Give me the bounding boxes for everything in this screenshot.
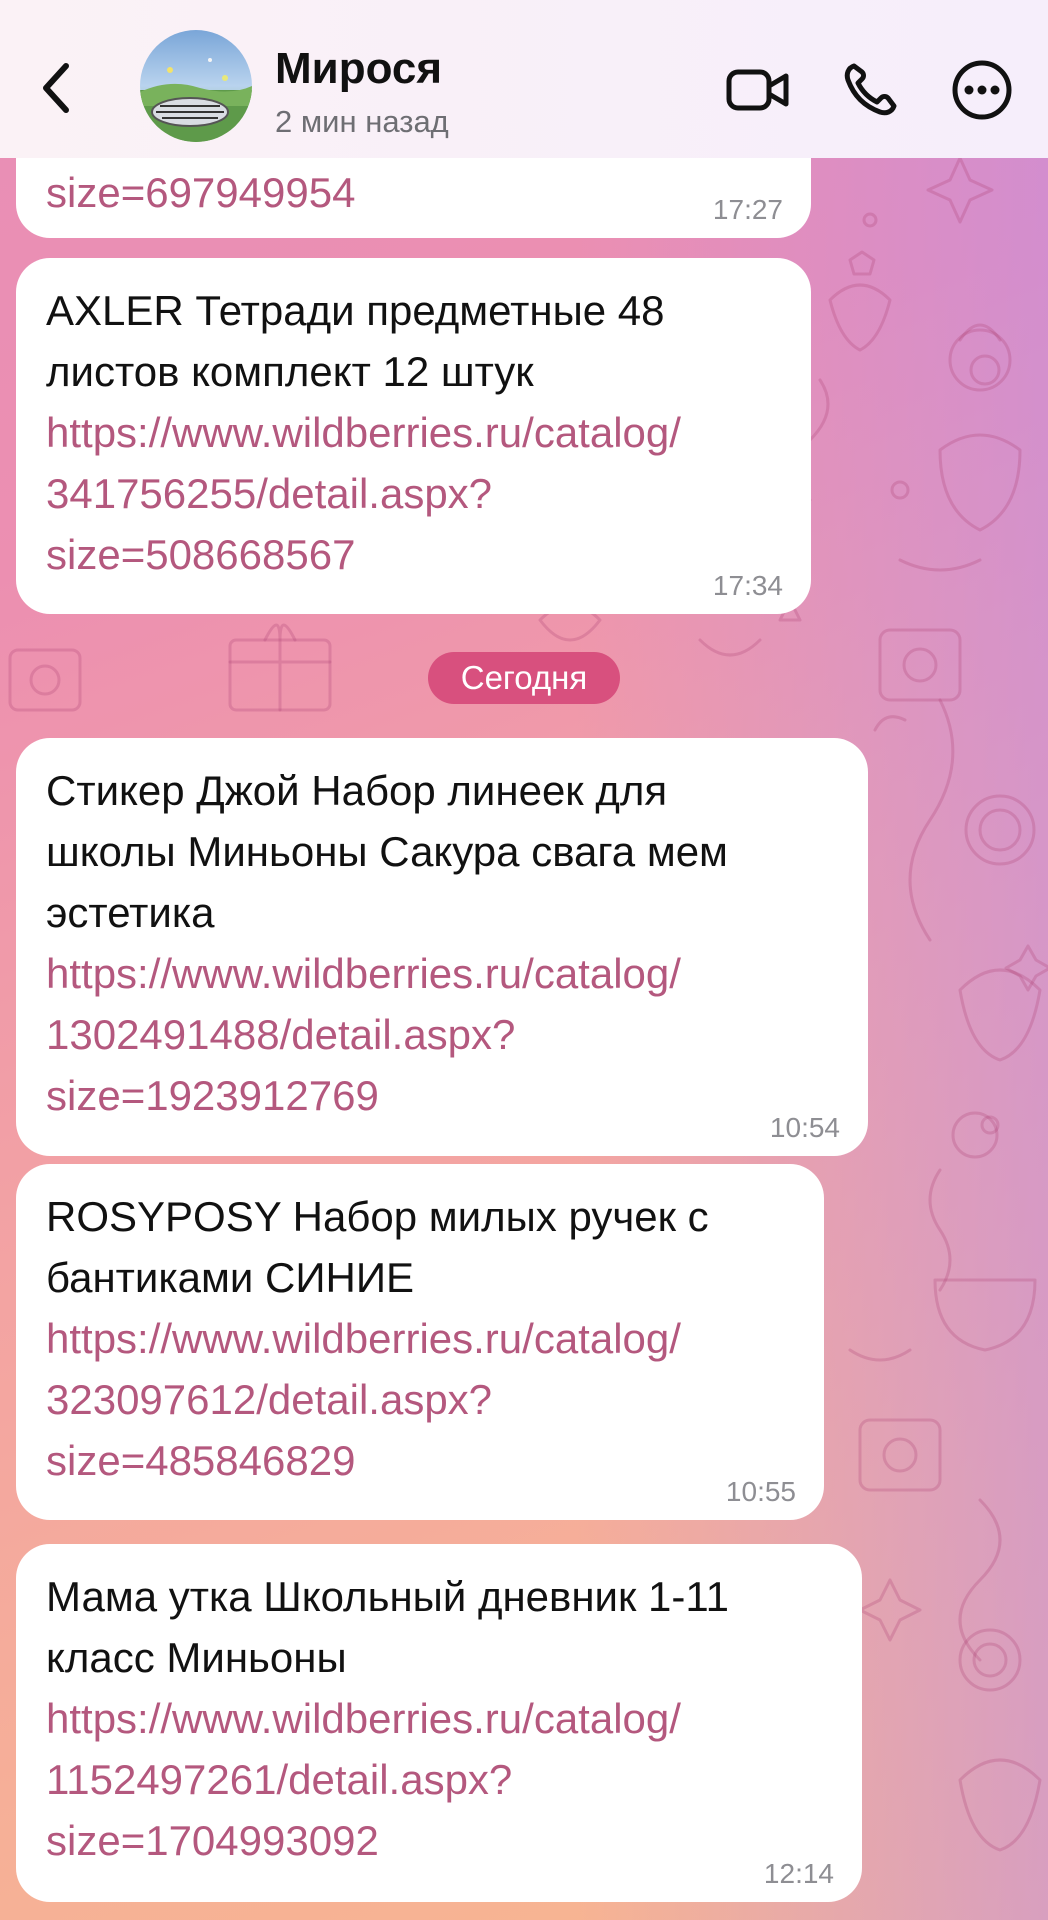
message-link[interactable]: 1152497261/detail.aspx? <box>46 1749 834 1810</box>
message-text: Мама утка Школьный дневник 1-11 <box>46 1573 729 1620</box>
more-options-button[interactable] <box>946 54 1018 126</box>
message-text: бантиками СИНИЕ <box>46 1254 415 1301</box>
phone-icon <box>844 63 897 116</box>
message-text: AXLER Тетради предметные 48 <box>46 287 665 334</box>
message-link[interactable]: 341756255/detail.aspx? <box>46 463 783 524</box>
message-text: ROSYPOSY Набор милых ручек с <box>46 1193 709 1240</box>
message-bubble[interactable]: Мама утка Школьный дневник 1-11 класс Ми… <box>16 1544 862 1902</box>
chat-screen: Мирося 2 мин назад size=697949954 17:27 <box>0 0 1048 1920</box>
message-text: Стикер Джой Набор линеек для <box>46 767 668 814</box>
message-text: эстетика <box>46 889 215 936</box>
message-text: листов комплект 12 штук <box>46 348 534 395</box>
message-link[interactable]: size=508668567 <box>46 524 783 585</box>
message-bubble[interactable]: AXLER Тетради предметные 48 листов компл… <box>16 258 811 614</box>
message-link[interactable]: size=1923912769 <box>46 1065 840 1126</box>
video-call-button[interactable] <box>722 54 794 126</box>
message-link[interactable]: size=1704993092 <box>46 1810 834 1871</box>
back-button[interactable] <box>28 48 84 128</box>
message-text: школы Миньоны Сакура свага мем <box>46 828 728 875</box>
contact-status: 2 мин назад <box>275 104 449 139</box>
message-link[interactable]: https://www.wildberries.ru/catalog/ <box>46 943 840 1004</box>
date-separator: Сегодня <box>428 652 620 704</box>
avatar-image <box>140 30 252 142</box>
message-text: класс Миньоны <box>46 1634 347 1681</box>
more-icon <box>952 60 1012 120</box>
message-time: 12:14 <box>763 1858 834 1889</box>
chevron-left-icon <box>43 63 69 113</box>
message-time: 10:55 <box>725 1476 796 1507</box>
audio-call-button[interactable] <box>834 54 906 126</box>
chat-header: Мирося 2 мин назад <box>0 0 1048 158</box>
message-bubble[interactable]: Стикер Джой Набор линеек для школы Миньо… <box>16 738 868 1156</box>
video-camera-icon <box>726 69 789 111</box>
message-time: 10:54 <box>769 1112 840 1143</box>
contact-name[interactable]: Мирося <box>275 44 442 94</box>
message-link[interactable]: https://www.wildberries.ru/catalog/ <box>46 1308 796 1369</box>
message-link[interactable]: size=485846829 <box>46 1430 796 1491</box>
message-link[interactable]: 323097612/detail.aspx? <box>46 1369 796 1430</box>
message-link[interactable]: https://www.wildberries.ru/catalog/ <box>46 402 783 463</box>
message-time: 17:34 <box>712 570 783 601</box>
message-link[interactable]: 1302491488/detail.aspx? <box>46 1004 840 1065</box>
message-time: 17:27 <box>712 194 783 225</box>
message-link[interactable]: https://www.wildberries.ru/catalog/ <box>46 1688 834 1749</box>
message-bubble[interactable]: ROSYPOSY Набор милых ручек с бантиками С… <box>16 1164 824 1520</box>
avatar[interactable] <box>140 30 252 142</box>
message-link[interactable]: size=697949954 <box>46 162 783 223</box>
